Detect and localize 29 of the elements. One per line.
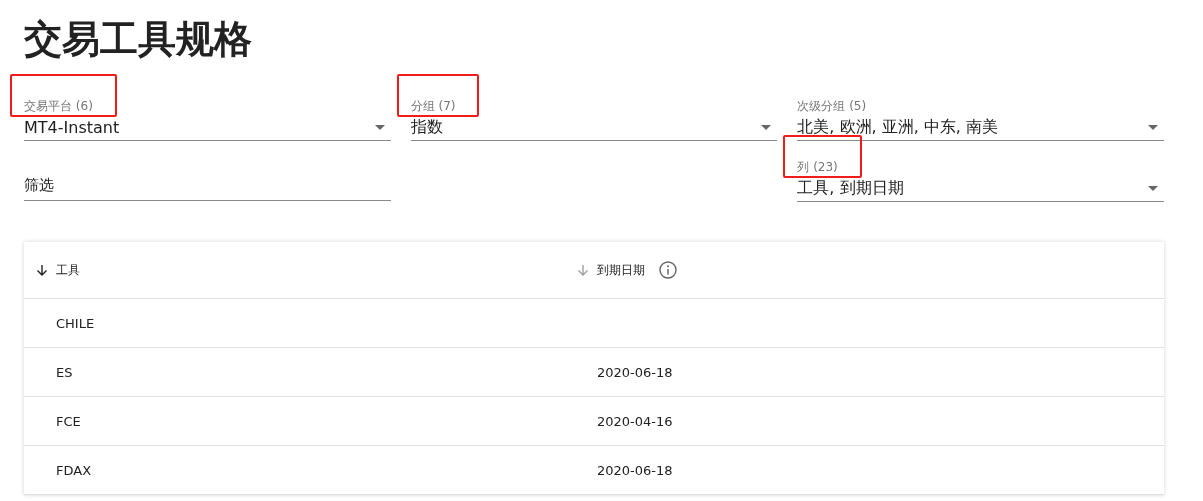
field-label: 次级分组 (5) xyxy=(797,98,867,114)
field-label: 交易平台 (6) xyxy=(24,98,93,114)
table-cell: 2020-04-16 xyxy=(597,413,673,429)
field-value: 北美, 欧洲, 亚洲, 中东, 南美 xyxy=(797,116,998,138)
dropdown-caret-icon xyxy=(374,124,385,130)
table-cell: FCE xyxy=(56,413,81,429)
field-value: MT4-Instant xyxy=(24,117,120,137)
sort-arrow-icon[interactable] xyxy=(36,264,48,276)
field-value: 工具, 到期日期 xyxy=(797,177,904,199)
table-cell: FDAX xyxy=(56,462,92,478)
column-header[interactable]: 工具 xyxy=(56,261,80,279)
filter-field[interactable]: 筛选 xyxy=(24,157,391,201)
select-field[interactable]: 分组 (7) 指数 xyxy=(410,96,778,141)
dropdown-caret-icon xyxy=(1148,185,1158,191)
dropdown-caret-icon xyxy=(761,124,772,130)
table-cell: 2020-06-18 xyxy=(597,462,673,478)
select-field[interactable]: 次级分组 (5) 北美, 欧洲, 亚洲, 中东, 南美 xyxy=(797,96,1164,141)
field-label: 分组 (7) xyxy=(410,98,456,114)
select-field[interactable]: 列 (23) 工具, 到期日期 xyxy=(797,157,1164,202)
select-field[interactable]: 交易平台 (6) MT4-Instant xyxy=(24,96,391,141)
field-label: 列 (23) xyxy=(797,159,838,175)
table-cell: 2020-06-18 xyxy=(597,364,673,380)
page-title: 交易工具规格 xyxy=(24,16,253,63)
dropdown-caret-icon xyxy=(1148,124,1158,130)
field-value: 指数 xyxy=(410,116,443,138)
table-cell: CHILE xyxy=(56,315,95,331)
table-cell: ES xyxy=(56,364,73,380)
column-header[interactable]: 到期日期 xyxy=(597,261,645,279)
info-icon[interactable] xyxy=(659,261,677,279)
